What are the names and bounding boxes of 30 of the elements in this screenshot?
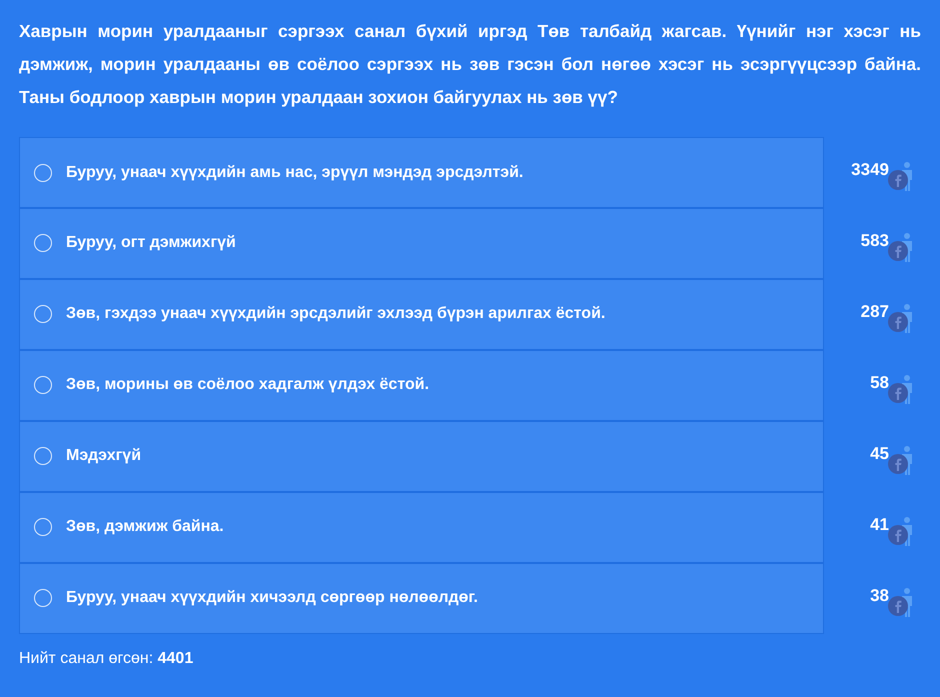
option-label: Мэдэхгүй (66, 447, 142, 465)
poll-option[interactable]: Буруу, унаач хүүхдийн хичээлд сөргөөр нөлөөлдөг. (19, 562, 824, 634)
radio-button[interactable] (34, 518, 52, 536)
option-label: Буруу, огт дэмжихгүй (66, 234, 236, 252)
vote-count: 38 (869, 586, 889, 606)
poll-option[interactable]: Зөв, дэмжиж байна. (19, 492, 824, 562)
radio-button[interactable] (34, 164, 52, 182)
vote-count: 3349 (850, 160, 889, 180)
option-label: Зөв, морины өв соёлоо хадгалж үлдэх ёстой. (66, 376, 430, 394)
vote-count: 287 (860, 302, 889, 322)
poll-option[interactable]: Буруу, унаач хүүхдийн амь нас, эрүүл мэндэд эрсдэлтэй. (19, 137, 824, 208)
option-label: Зөв, дэмжиж байна. (66, 518, 224, 536)
total-votes: Нийт санал өгсөн: 4401 (19, 650, 194, 668)
vote-count: 45 (869, 444, 889, 464)
poll-option[interactable]: Мэдэхгүй (19, 420, 824, 492)
option-label: Буруу, унаач хүүхдийн амь нас, эрүүл мэндэд эрсдэлтэй. (66, 164, 524, 182)
vote-count: 583 (860, 230, 889, 250)
poll-question: Хаврын морин уралдааныг сэргээх санал бүхий иргэд Төв талбайд жагсав. Үүнийг нэг хэсэг нь дэмжиж, морин уралдааны өв соёлоо сэргээх нь зөв гэсэн бол нөгөө хэсэг нь эсэргүүцсээр байна. Таны бодлоор хаврын морин уралдаан зохион байгуулах нь зөв үү? (19, 20, 921, 109)
radio-button[interactable] (34, 589, 52, 607)
poll-option[interactable]: Зөв, морины өв соёлоо хадгалж үлдэх ёстой. (19, 350, 824, 420)
vote-count: 41 (869, 514, 889, 534)
radio-button[interactable] (34, 376, 52, 394)
vote-count: 58 (869, 372, 889, 392)
radio-button[interactable] (34, 234, 52, 252)
poll-option[interactable]: Зөв, гэхдээ унаач хүүхдийн эрсдэлийг эхлээд бүрэн арилгах ёстой. (19, 278, 824, 350)
option-label: Буруу, унаач хүүхдийн хичээлд сөргөөр нөлөөлдөг. (66, 589, 478, 607)
radio-button[interactable] (34, 305, 52, 323)
option-label: Зөв, гэхдээ унаач хүүхдийн эрсдэлийг эхлээд бүрэн арилгах ёстой. (66, 305, 606, 323)
radio-button[interactable] (34, 447, 52, 465)
poll-option[interactable]: Буруу, огт дэмжихгүй (19, 208, 824, 278)
